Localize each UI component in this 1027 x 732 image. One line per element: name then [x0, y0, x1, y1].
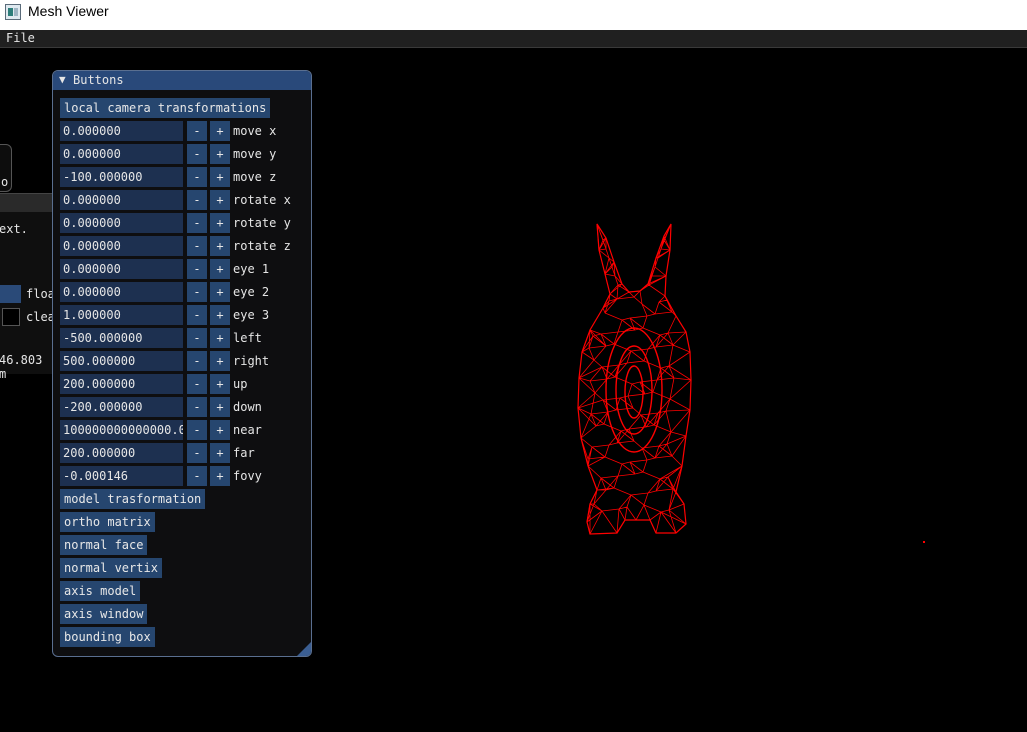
decrement-button[interactable]: -	[187, 144, 207, 164]
float-label: floa	[26, 287, 55, 301]
buttons-window: ▼ Buttons local camera transformations 0…	[52, 70, 312, 657]
increment-button[interactable]: +	[210, 397, 230, 417]
increment-button[interactable]: +	[210, 236, 230, 256]
param-label: move y	[233, 147, 277, 161]
increment-button[interactable]: +	[210, 259, 230, 279]
param-value-field[interactable]: -0.000146	[60, 466, 183, 486]
decrement-button[interactable]: -	[187, 190, 207, 210]
frame-time-text: 46.803 m	[0, 353, 43, 381]
param-label: fovy	[233, 469, 262, 483]
background-window-header[interactable]	[0, 194, 54, 212]
param-value-field[interactable]: -100.000000	[60, 167, 183, 187]
param-label: eye 3	[233, 308, 270, 322]
param-value-field[interactable]: 0.000000	[60, 144, 183, 164]
param-label: right	[233, 354, 270, 368]
decrement-button[interactable]: -	[187, 282, 207, 302]
decrement-button[interactable]: -	[187, 259, 207, 279]
clear-color-swatch[interactable]	[2, 308, 20, 326]
param-label: rotate z	[233, 239, 291, 253]
increment-button[interactable]: +	[210, 305, 230, 325]
panel-action-button[interactable]: model trasformation	[60, 489, 206, 509]
param-value-field[interactable]: 0.000000	[60, 259, 183, 279]
decrement-button[interactable]: -	[187, 397, 207, 417]
menu-bar: File	[0, 30, 1027, 48]
buttons-window-titlebar[interactable]: ▼ Buttons	[53, 71, 311, 90]
param-label: far	[233, 446, 255, 460]
increment-button[interactable]: +	[210, 466, 230, 486]
rabbit-wireframe	[577, 223, 692, 535]
param-value-field[interactable]: 0.000000	[60, 236, 183, 256]
param-value-field[interactable]: -200.000000	[60, 397, 183, 417]
decrement-button[interactable]: -	[187, 213, 207, 233]
param-value-field[interactable]: -500.000000	[60, 328, 183, 348]
param-value-field[interactable]: 200.000000	[60, 443, 183, 463]
background-window-text: ext.	[0, 222, 28, 236]
panel-action-button[interactable]: normal face	[60, 535, 148, 555]
viewport-3d[interactable]	[312, 48, 1027, 732]
panel-action-button[interactable]: ortho matrix	[60, 512, 155, 532]
param-value-field[interactable]: 200.000000	[60, 374, 183, 394]
rabbit-belly-ring	[615, 345, 653, 435]
param-label: near	[233, 423, 262, 437]
param-label: rotate y	[233, 216, 291, 230]
collapse-arrow-icon[interactable]: ▼	[59, 73, 66, 86]
param-label: left	[233, 331, 262, 345]
increment-button[interactable]: +	[210, 420, 230, 440]
background-window: ext. floa clea 46.803 m	[0, 193, 55, 381]
param-value-field[interactable]: 0.000000	[60, 282, 183, 302]
panel-action-button[interactable]: axis model	[60, 581, 141, 601]
param-label: move z	[233, 170, 277, 184]
decrement-button[interactable]: -	[187, 443, 207, 463]
increment-button[interactable]: +	[210, 213, 230, 233]
increment-button[interactable]: +	[210, 328, 230, 348]
decrement-button[interactable]: -	[187, 328, 207, 348]
increment-button[interactable]: +	[210, 282, 230, 302]
background-window-tab-text: o	[1, 175, 9, 189]
background-window-tab[interactable]: o	[0, 144, 12, 192]
clear-label: clea	[26, 310, 55, 324]
param-value-field[interactable]: 0.000000	[60, 121, 183, 141]
rabbit-mesh-edges	[577, 223, 692, 535]
increment-button[interactable]: +	[210, 167, 230, 187]
param-value-field[interactable]: 500.000000	[60, 351, 183, 371]
buttons-window-title: Buttons	[73, 73, 124, 87]
increment-button[interactable]: +	[210, 443, 230, 463]
increment-button[interactable]: +	[210, 144, 230, 164]
param-label: down	[233, 400, 262, 414]
increment-button[interactable]: +	[210, 190, 230, 210]
rabbit-belly-ring	[624, 365, 644, 419]
increment-button[interactable]: +	[210, 121, 230, 141]
decrement-button[interactable]: -	[187, 121, 207, 141]
increment-button[interactable]: +	[210, 351, 230, 371]
param-value-field[interactable]: 1.000000	[60, 305, 183, 325]
increment-button[interactable]: +	[210, 374, 230, 394]
decrement-button[interactable]: -	[187, 351, 207, 371]
param-label: up	[233, 377, 248, 391]
param-label: eye 2	[233, 285, 270, 299]
float-slider[interactable]	[0, 285, 21, 303]
title-bar: Mesh Viewer	[0, 0, 1027, 30]
origin-point	[923, 541, 925, 543]
panel-action-button[interactable]: axis window	[60, 604, 148, 624]
resize-grip[interactable]	[297, 642, 311, 656]
decrement-button[interactable]: -	[187, 374, 207, 394]
decrement-button[interactable]: -	[187, 420, 207, 440]
local-camera-transformations-button[interactable]: local camera transformations	[60, 98, 271, 118]
param-label: rotate x	[233, 193, 291, 207]
param-value-field[interactable]: 0.000000	[60, 213, 183, 233]
panel-action-button[interactable]: bounding box	[60, 627, 155, 647]
app-icon	[5, 4, 21, 20]
param-label: move x	[233, 124, 277, 138]
param-label: eye 1	[233, 262, 270, 276]
param-value-field[interactable]: 0.000000	[60, 190, 183, 210]
window-title: Mesh Viewer	[28, 3, 109, 19]
param-value-field[interactable]: 100000000000000.0	[60, 420, 183, 440]
decrement-button[interactable]: -	[187, 305, 207, 325]
panel-action-button[interactable]: normal vertix	[60, 558, 162, 578]
menu-file[interactable]: File	[6, 31, 35, 45]
decrement-button[interactable]: -	[187, 236, 207, 256]
decrement-button[interactable]: -	[187, 167, 207, 187]
decrement-button[interactable]: -	[187, 466, 207, 486]
